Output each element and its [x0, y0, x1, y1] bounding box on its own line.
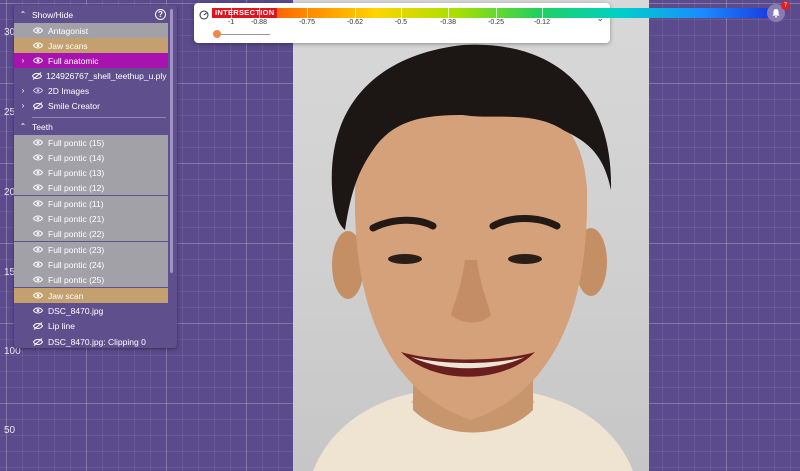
- scale-tick-label: -0.12: [534, 19, 550, 26]
- scale-tick-mark: [231, 8, 232, 18]
- eye-icon[interactable]: [32, 215, 44, 222]
- patient-photo[interactable]: [293, 0, 649, 471]
- tree-item-lip-line[interactable]: Lip line: [14, 318, 168, 333]
- tree-item-label: Full pontic (11): [48, 198, 104, 209]
- slider-track[interactable]: [218, 34, 270, 35]
- show-hide-label: Show/Hide: [32, 9, 74, 20]
- scale-tick-label: -0.25: [488, 19, 504, 26]
- teeth-header[interactable]: ⌃ Teeth: [14, 119, 168, 134]
- tree-item-antagonist[interactable]: Antagonist: [14, 23, 168, 38]
- tree-item-pontic-21[interactable]: Full pontic (21): [14, 211, 168, 226]
- scale-tick-mark: [307, 8, 308, 18]
- scale-tick-mark: [355, 8, 356, 18]
- tree-item-pontic-22[interactable]: Full pontic (22): [14, 226, 168, 241]
- scale-tick-mark: [401, 8, 402, 18]
- scale-tick-mark: [259, 8, 260, 18]
- eye-icon[interactable]: [32, 276, 44, 283]
- eye-icon[interactable]: [32, 184, 44, 191]
- panel-scrollbar[interactable]: [170, 9, 173, 273]
- help-icon[interactable]: ?: [155, 9, 166, 20]
- tree-item-label: Full pontic (14): [48, 152, 105, 163]
- tree-item-jaw-scan[interactable]: Jaw scan: [14, 288, 168, 303]
- eye-icon[interactable]: [32, 87, 44, 94]
- ruler-label-50: 50: [4, 425, 16, 436]
- tree-item-label: Jaw scans: [48, 40, 88, 51]
- tree-item-label: Full pontic (23): [48, 244, 105, 255]
- scale-tick-mark: [448, 8, 449, 18]
- tree-item-clipping[interactable]: DSC_8470.jpg: Clipping 0: [14, 334, 168, 348]
- tree-item-pontic-12[interactable]: Full pontic (12): [14, 180, 168, 195]
- tree-item-label: Full pontic (13): [48, 167, 105, 178]
- tree-item-pontic-13[interactable]: Full pontic (13): [14, 165, 168, 180]
- eye-icon[interactable]: [32, 230, 44, 237]
- tree-item-label: DSC_8470.jpg: [48, 305, 104, 316]
- chevron-down-icon[interactable]: ⌄: [596, 13, 604, 24]
- scale-tick-label: -0.5: [394, 19, 408, 26]
- tree-item-2d-images[interactable]: › 2D Images: [14, 83, 168, 98]
- eye-icon[interactable]: [32, 261, 44, 268]
- eye-icon[interactable]: [32, 292, 44, 299]
- tree-item-label: Full pontic (12): [48, 182, 105, 193]
- tree-item-jaw-scans[interactable]: Jaw scans: [14, 38, 168, 53]
- tree-item-pontic-25[interactable]: Full pontic (25): [14, 272, 168, 287]
- eye-slash-icon[interactable]: [32, 337, 44, 346]
- tree-item-label: DSC_8470.jpg: Clipping 0: [48, 336, 146, 347]
- scale-tick-mark: [542, 8, 543, 18]
- tree-item-smile-creator[interactable]: › Smile Creator: [14, 98, 168, 113]
- tree-item-label: Jaw scan: [48, 290, 84, 301]
- eye-slash-icon[interactable]: [32, 101, 44, 110]
- eye-icon[interactable]: [32, 307, 44, 314]
- eye-icon[interactable]: [32, 57, 44, 64]
- eye-icon[interactable]: [32, 42, 44, 49]
- teeth-label: Teeth: [32, 121, 53, 132]
- eye-slash-icon[interactable]: [32, 71, 42, 80]
- chevron-right-icon[interactable]: ›: [14, 56, 32, 65]
- show-hide-header[interactable]: ⌃ Show/Hide: [14, 7, 168, 22]
- scale-ticks: -1 -0.88 -0.75 -0.62 -0.5 -0.38 -0.25 -0.12: [194, 3, 610, 43]
- bell-icon: [772, 9, 780, 18]
- tree-item-pontic-15[interactable]: Full pontic (15): [14, 135, 168, 150]
- chevron-right-icon[interactable]: ›: [14, 86, 32, 95]
- tree-item-label: Full pontic (21): [48, 213, 105, 224]
- chevron-right-icon[interactable]: ›: [14, 101, 32, 110]
- tree-item-label: Antagonist: [48, 25, 89, 36]
- tree-item-shell-file[interactable]: 124926767_shell_teethup_u.ply (15: [14, 68, 168, 83]
- tree-item-label: Lip line: [48, 320, 75, 331]
- tree-item-label: Full pontic (22): [48, 228, 105, 239]
- eye-icon[interactable]: [32, 139, 44, 146]
- eye-icon[interactable]: [32, 154, 44, 161]
- panel-divider: [32, 117, 166, 118]
- tree-item-label: Full pontic (25): [48, 274, 105, 285]
- scale-tick-label: -0.38: [440, 19, 456, 26]
- eye-icon[interactable]: [32, 246, 44, 253]
- scale-tick-label: -0.75: [299, 19, 315, 26]
- scale-tick-label: -0.88: [251, 19, 267, 26]
- eye-icon[interactable]: [32, 169, 44, 176]
- eye-slash-icon[interactable]: [32, 321, 44, 330]
- tree-item-pontic-24[interactable]: Full pontic (24): [14, 257, 168, 272]
- tree-item-pontic-14[interactable]: Full pontic (14): [14, 150, 168, 165]
- tree-item-full-anatomic[interactable]: › Full anatomic: [14, 53, 168, 68]
- tree-item-label: 124926767_shell_teethup_u.ply (15: [46, 70, 168, 81]
- notification-count-badge: 7: [781, 1, 790, 10]
- tree-item-pontic-23[interactable]: Full pontic (23): [14, 242, 168, 257]
- tree-item-pontic-11[interactable]: Full pontic (11): [14, 196, 168, 211]
- slider-thumb[interactable]: [213, 30, 221, 38]
- tree-item-label: 2D Images: [48, 85, 90, 96]
- eye-icon[interactable]: [32, 27, 44, 34]
- tree-item-label: Full pontic (15): [48, 137, 105, 148]
- tree-item-dsc-image[interactable]: DSC_8470.jpg: [14, 303, 168, 318]
- scale-tick-mark: [496, 8, 497, 18]
- scale-tick-label: -1: [227, 19, 235, 26]
- scene-tree-panel: ⌃ Show/Hide ? Antagonist Jaw scans › Ful…: [14, 5, 177, 348]
- tree-item-label: Full anatomic: [48, 55, 99, 66]
- scale-tick-label: -0.62: [347, 19, 363, 26]
- chevron-up-icon: ⌃: [19, 10, 27, 19]
- tree-item-label: Full pontic (24): [48, 259, 105, 270]
- intersection-color-scale: INTERSECTION -1 -0.88 -0.75 -0.62 -0.5 -0.38-…: [194, 3, 784, 43]
- chevron-up-icon: ⌃: [19, 122, 27, 131]
- tree-item-label: Smile Creator: [48, 100, 100, 111]
- eye-icon[interactable]: [32, 200, 44, 207]
